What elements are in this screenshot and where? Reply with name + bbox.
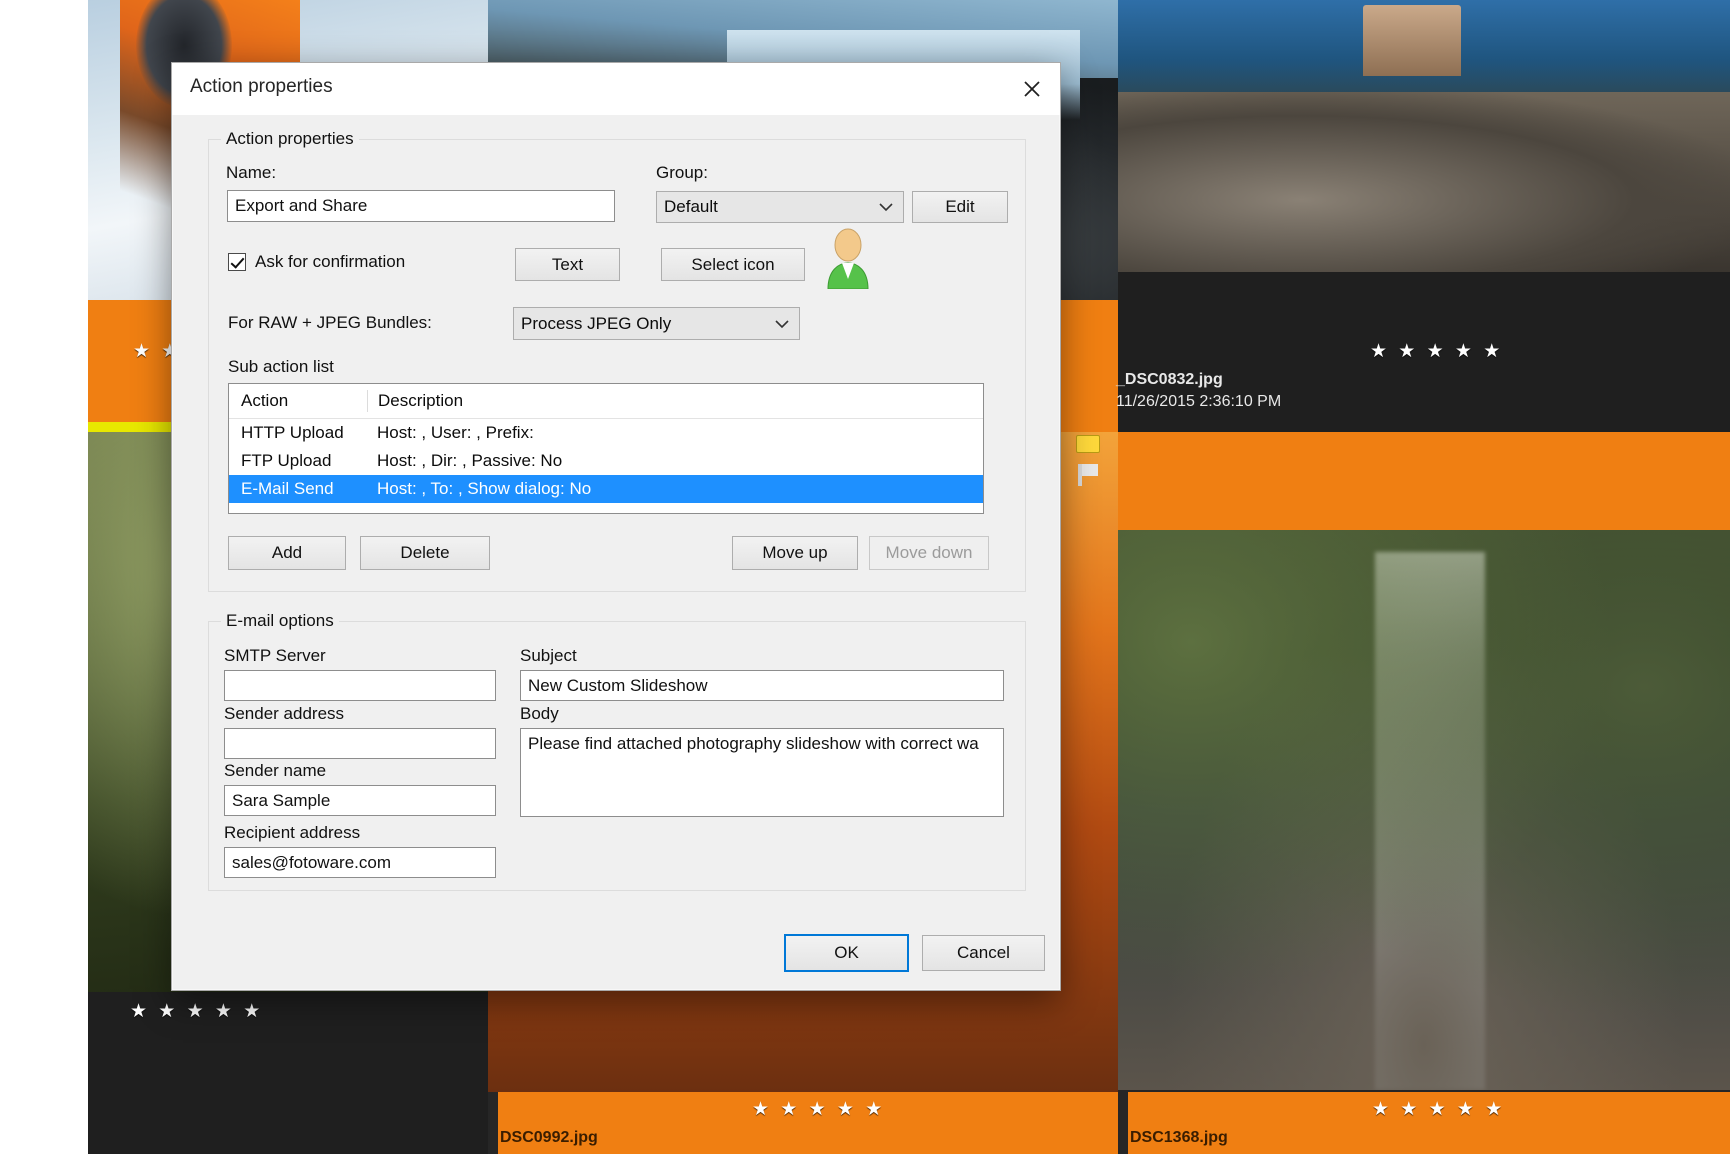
user-avatar-icon <box>820 227 876 294</box>
group-label-action-properties: Action properties <box>221 129 359 149</box>
label-tag-icon[interactable] <box>1076 435 1100 453</box>
subject-label: Subject <box>520 646 577 665</box>
sender-address-label: Sender address <box>224 704 345 723</box>
table-row[interactable]: HTTP Upload Host: , User: , Prefix: <box>229 419 983 447</box>
chevron-down-icon <box>775 314 789 334</box>
rating-stars: ★ ★ ★ ★ ★ <box>1370 341 1504 362</box>
move-down-button-label: Move down <box>885 543 973 562</box>
ask-for-confirmation-checkbox-row[interactable]: Ask for confirmation <box>228 252 405 272</box>
delete-button-label: Delete <box>400 543 450 562</box>
row-description: Host: , Dir: , Passive: No <box>377 451 563 470</box>
move-down-button: Move down <box>869 536 989 570</box>
group-select-value: Default <box>664 197 718 216</box>
body-label: Body <box>520 704 559 723</box>
row-description: Host: , To: , Show dialog: No <box>377 479 592 498</box>
recipient-address-input[interactable]: sales@fotoware.com <box>224 847 496 878</box>
photo-thumbnail[interactable] <box>1118 530 1730 1090</box>
name-input-value: Export and Share <box>235 196 368 215</box>
flag-icon[interactable] <box>1082 464 1098 476</box>
rating-stars: ★ ★ ★ ★ ★ <box>752 1099 886 1120</box>
recipient-address-input-value: sales@fotoware.com <box>232 852 391 872</box>
raw-jpeg-select-value: Process JPEG Only <box>521 313 672 333</box>
table-row[interactable]: FTP Upload Host: , Dir: , Passive: No <box>229 447 983 475</box>
table-row[interactable]: E-Mail Send Host: , To: , Show dialog: N… <box>229 475 983 503</box>
name-input[interactable]: Export and Share <box>227 190 615 222</box>
name-label: Name: <box>226 163 277 182</box>
move-up-button-label: Move up <box>762 543 828 562</box>
column-header-description: Description <box>367 390 983 412</box>
row-action: E-Mail Send <box>241 479 334 498</box>
ask-for-confirmation-label: Ask for confirmation <box>255 252 406 271</box>
move-up-button[interactable]: Move up <box>732 536 858 570</box>
row-description: Host: , User: , Prefix: <box>377 423 534 442</box>
recipient-address-label: Recipient address <box>224 823 361 842</box>
sub-action-list-header: Action Description <box>229 384 983 419</box>
select-icon-button-label: Select icon <box>691 254 775 274</box>
ok-button[interactable]: OK <box>785 935 908 971</box>
rating-stars: ★ ★ ★ ★ ★ <box>130 1001 264 1022</box>
dialog-title: Action properties <box>190 76 333 97</box>
smtp-server-label: SMTP Server <box>224 646 326 665</box>
raw-jpeg-select[interactable]: Process JPEG Only <box>513 307 800 340</box>
sender-name-input-value: Sara Sample <box>232 790 331 810</box>
photo-filename: DSC0992.jpg <box>500 1129 598 1146</box>
close-icon[interactable] <box>1004 63 1060 115</box>
group-label-email-options: E-mail options <box>221 611 339 631</box>
column-header-action: Action <box>241 391 289 410</box>
add-button-label: Add <box>271 543 303 562</box>
text-button[interactable]: Text <box>515 248 620 281</box>
photo-date: 11/26/2015 2:36:10 PM <box>1116 393 1282 410</box>
text-button-label: Text <box>551 254 584 274</box>
photo-filename: DSC1368.jpg <box>1130 1129 1228 1146</box>
sender-name-label: Sender name <box>224 761 327 780</box>
subject-input[interactable]: New Custom Slideshow <box>520 670 1004 701</box>
group-label: Group: <box>656 163 708 182</box>
rating-stars: ★ ★ ★ ★ ★ <box>1372 1099 1506 1120</box>
edit-button-label: Edit <box>945 197 975 216</box>
cancel-button-label: Cancel <box>957 943 1010 962</box>
ask-for-confirmation-checkbox[interactable] <box>228 253 246 271</box>
photo-thumbnail[interactable] <box>1118 0 1730 272</box>
select-icon-button[interactable]: Select icon <box>661 248 805 281</box>
background-left-strip <box>0 0 88 1154</box>
group-select[interactable]: Default <box>656 191 904 223</box>
action-properties-dialog: Action properties Action properties Name… <box>171 62 1061 991</box>
subject-input-value: New Custom Slideshow <box>528 675 708 695</box>
row-action: HTTP Upload <box>241 423 344 442</box>
photo-info-tile[interactable] <box>1118 432 1730 530</box>
raw-jpeg-bundles-label: For RAW + JPEG Bundles: <box>228 313 432 332</box>
photo-filename: _DSC0832.jpg <box>1116 371 1223 388</box>
body-textarea[interactable]: Please find attached photography slidesh… <box>520 728 1004 817</box>
edit-button[interactable]: Edit <box>912 191 1008 223</box>
cancel-button[interactable]: Cancel <box>922 935 1045 971</box>
sub-action-list[interactable]: Action Description HTTP Upload Host: , U… <box>228 383 984 514</box>
sub-action-list-label: Sub action list <box>228 357 334 376</box>
body-textarea-value: Please find attached photography slidesh… <box>528 734 979 753</box>
delete-button[interactable]: Delete <box>360 536 490 570</box>
add-button[interactable]: Add <box>228 536 346 570</box>
dialog-title-bar: Action properties <box>172 63 1060 115</box>
sender-name-input[interactable]: Sara Sample <box>224 785 496 816</box>
sender-address-input[interactable] <box>224 728 496 759</box>
row-action: FTP Upload <box>241 451 332 470</box>
chevron-down-icon <box>879 197 893 217</box>
ok-button-label: OK <box>834 943 859 962</box>
smtp-server-input[interactable] <box>224 670 496 701</box>
